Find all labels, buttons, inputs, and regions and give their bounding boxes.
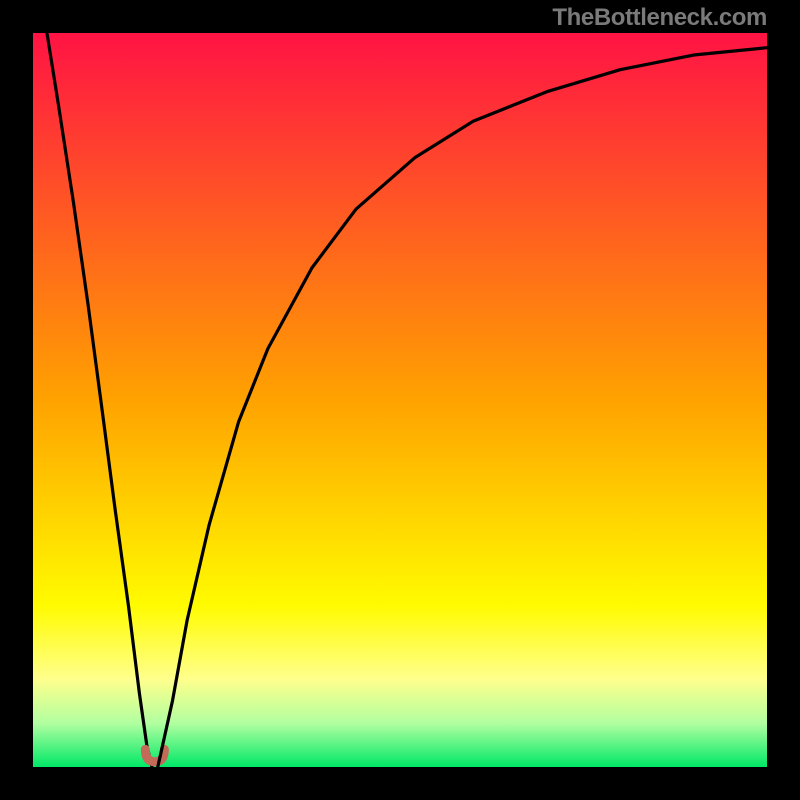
chart-frame: TheBottleneck.com <box>0 0 800 800</box>
chart-plot <box>33 33 767 767</box>
plot-background <box>33 33 767 767</box>
watermark-text: TheBottleneck.com <box>552 4 767 32</box>
